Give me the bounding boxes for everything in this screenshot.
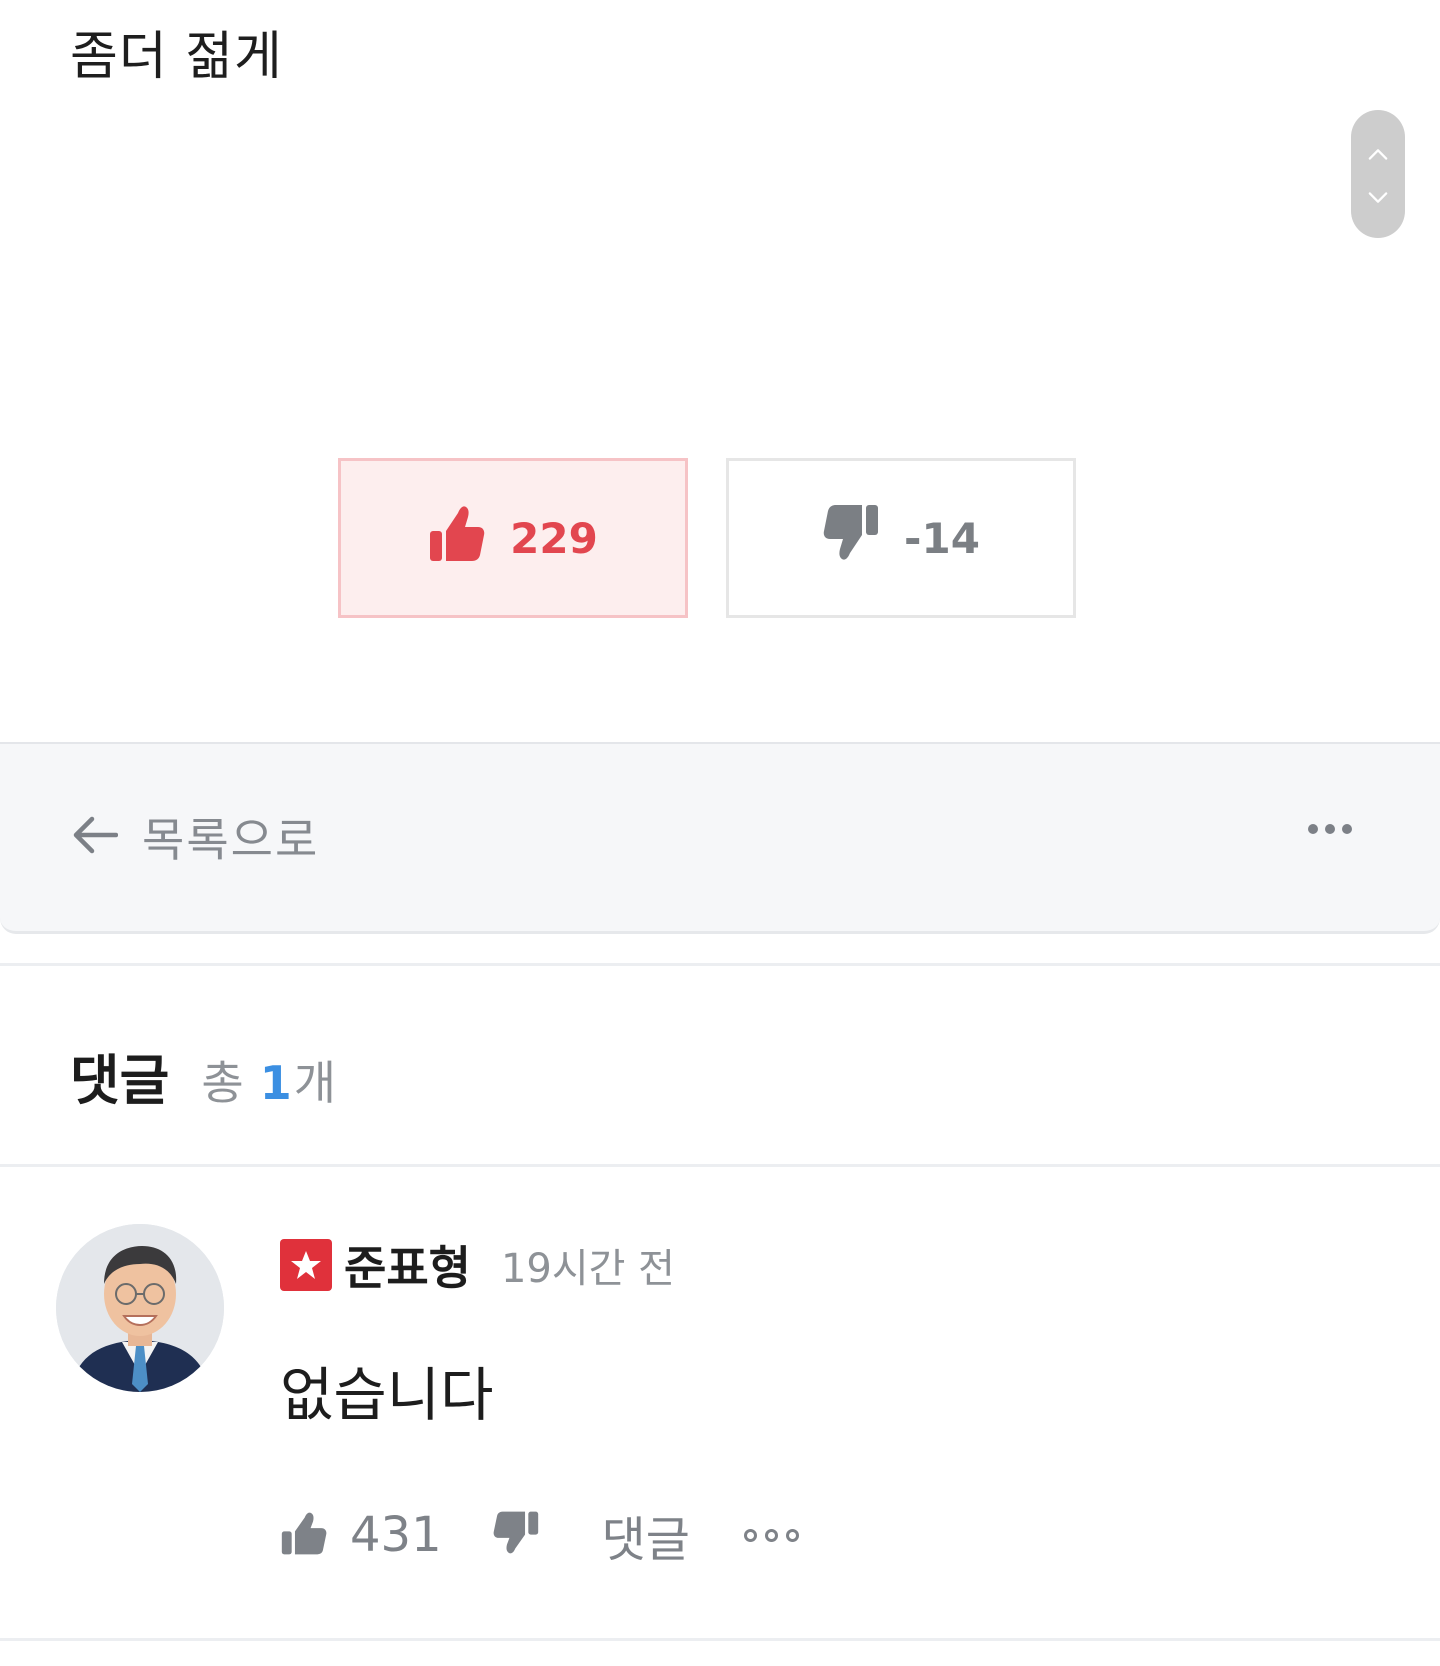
comments-total-label: 총 (201, 1056, 244, 1110)
more-dots-icon[interactable] (743, 1528, 799, 1542)
post-action-bar: 목록으로 (0, 744, 1440, 934)
thumbs-down-icon (822, 503, 880, 573)
comment-actions: 431 댓글 (280, 1500, 799, 1570)
scroll-nav (1351, 110, 1405, 238)
back-to-list-label: 목록으로 (142, 813, 320, 867)
arrow-left-icon (72, 816, 119, 858)
dislike-button[interactable]: -14 (726, 458, 1076, 618)
comment-time: 19시간 전 (500, 1246, 675, 1292)
thumbs-down-icon (492, 1510, 540, 1560)
section-divider (0, 963, 1440, 966)
comment-like-count: 431 (350, 1507, 442, 1563)
comments-header: 댓글 총 1 개 (70, 1036, 336, 1115)
comment-body: 없습니다 (280, 1361, 494, 1429)
comment-author[interactable]: 준표형 (344, 1232, 471, 1298)
comment-reply-button[interactable]: 댓글 (602, 1500, 690, 1570)
chevron-down-icon[interactable] (1368, 188, 1388, 208)
more-dots-icon[interactable] (1308, 824, 1352, 834)
avatar[interactable] (56, 1224, 224, 1392)
comments-title: 댓글 (70, 1049, 170, 1112)
dislike-count: -14 (904, 513, 980, 563)
thumbs-up-icon (280, 1510, 328, 1560)
comments-count: 1 (259, 1056, 292, 1110)
post-body-text: 좀더 젊게 (70, 27, 283, 87)
comment-meta: 준표형 19시간 전 (280, 1232, 675, 1298)
section-divider (0, 1164, 1440, 1167)
comment-dislike-button[interactable] (492, 1510, 540, 1560)
back-to-list-button[interactable]: 목록으로 (72, 804, 319, 870)
comments-count-unit: 개 (293, 1056, 337, 1110)
post-page: 좀더 젊게 229 -14 목록으로 댓글 총 1 개 준표형 19시간 전 없… (0, 0, 1440, 1666)
thumbs-up-icon (428, 503, 486, 573)
comment-like-button[interactable]: 431 (280, 1507, 442, 1563)
like-count: 229 (510, 513, 598, 563)
star-badge-icon (280, 1239, 332, 1291)
section-divider (0, 1638, 1440, 1641)
like-button[interactable]: 229 (338, 458, 688, 618)
chevron-up-icon[interactable] (1368, 144, 1388, 164)
